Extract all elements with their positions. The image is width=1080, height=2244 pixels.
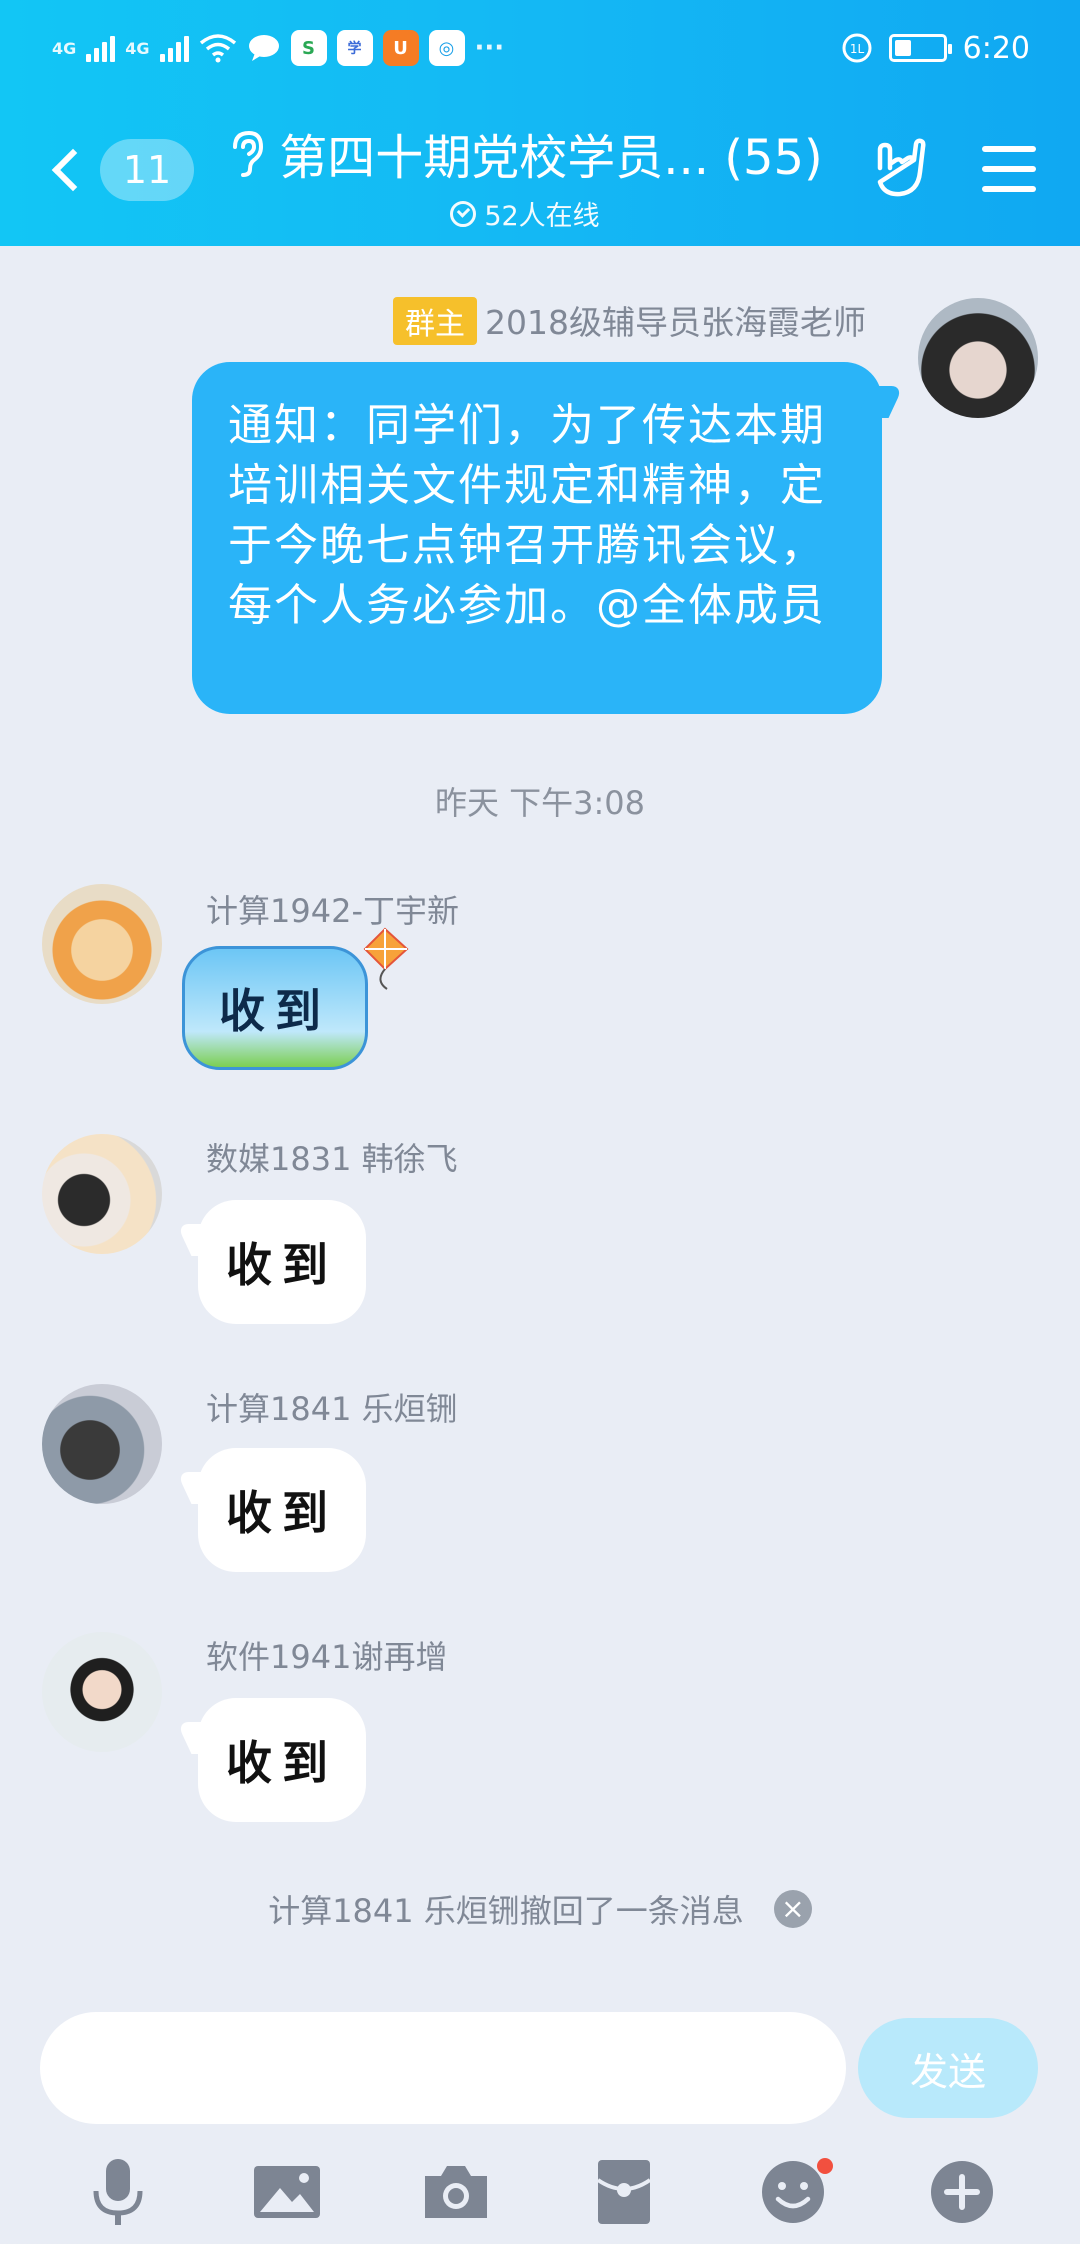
message-input[interactable]	[40, 2012, 846, 2124]
camera-icon[interactable]	[420, 2156, 492, 2228]
message-text: 收到	[226, 1486, 338, 1540]
signal-icon-2	[159, 34, 189, 62]
sender-name: 软件1941谢再增	[206, 1638, 448, 1676]
message-text: 收到	[226, 1736, 338, 1790]
sender-name: 计算1841 乐烜铏	[206, 1390, 458, 1428]
hand-gesture-icon[interactable]	[866, 138, 930, 202]
message-bubble-sticker[interactable]: 收到	[182, 927, 409, 1070]
app-notification-icon-2: 学	[336, 30, 373, 66]
message-text: 收到	[219, 984, 331, 1038]
avatar[interactable]	[42, 1134, 162, 1254]
avatar[interactable]	[42, 1632, 162, 1752]
back-button[interactable]: 11	[44, 134, 194, 206]
battery-icon	[888, 34, 952, 62]
sender-name: 数媒1831 韩徐飞	[206, 1140, 458, 1178]
online-status-icon	[450, 200, 477, 227]
sender-name-owner: 群主 2018级辅导员张海霞老师	[393, 296, 866, 345]
time-divider: 昨天 下午3:08	[434, 784, 646, 822]
chat-header: 4G 4G S 学 U ◎ ··· 1L 6:20 11 第四十期党校学员...…	[0, 0, 1080, 246]
signal-icon	[86, 34, 116, 62]
app-notification-icon-3: U	[382, 30, 419, 66]
message-bubble[interactable]: 收到	[176, 1200, 366, 1324]
network-label-2: 4G	[125, 38, 150, 58]
message-notification-icon	[248, 35, 279, 61]
unread-badge: 11	[100, 139, 194, 201]
message-bubble[interactable]: 收到	[176, 1698, 366, 1822]
menu-icon[interactable]	[982, 146, 1036, 192]
microphone-icon[interactable]	[82, 2156, 154, 2228]
recall-text: 计算1841 乐烜铏撤回了一条消息	[268, 1892, 744, 1930]
message-bubble[interactable]: 收到	[176, 1448, 366, 1572]
avatar[interactable]	[42, 1384, 162, 1504]
data-saver-icon: 1L	[842, 33, 872, 63]
chat-title-area[interactable]: 第四十期党校学员... (55) 52人在线	[220, 118, 830, 233]
network-label-1: 4G	[52, 38, 77, 58]
app-notification-icon-4: ◎	[428, 30, 465, 66]
send-button[interactable]: 发送	[858, 2018, 1038, 2118]
more-notifications-icon: ···	[474, 33, 505, 63]
svg-text:1L: 1L	[849, 42, 864, 56]
role-badge-owner: 群主	[393, 297, 478, 345]
sender-name: 计算1942-丁宇新	[206, 892, 459, 930]
message-text: 通知：同学们，为了传达本期培训相关文件规定和精神，定于今晚七点钟召开腾讯会议，每…	[228, 400, 826, 631]
avatar[interactable]	[42, 884, 162, 1004]
emoji-icon[interactable]	[757, 2156, 833, 2228]
app-notification-icon: S	[290, 30, 327, 66]
status-bar: 4G 4G S 学 U ◎ ··· 1L 6:20	[52, 26, 1030, 70]
close-icon[interactable]: ×	[773, 1890, 812, 1928]
image-icon[interactable]	[251, 2156, 323, 2228]
notification-dot	[816, 2158, 833, 2174]
message-bubble-owner[interactable]: 通知：同学们，为了传达本期培训相关文件规定和精神，定于今晚七点钟召开腾讯会议，每…	[192, 362, 904, 714]
page-title: 第四十期党校学员... (55)	[279, 130, 823, 186]
kite-icon	[363, 927, 409, 990]
chevron-left-icon	[51, 148, 95, 192]
recall-notice: 计算1841 乐烜铏撤回了一条消息 ×	[0, 1886, 1080, 1932]
clock: 6:20	[962, 30, 1030, 66]
message-text: 收到	[226, 1238, 338, 1292]
online-count: 52人在线	[484, 201, 600, 232]
input-toolbar	[0, 2140, 1080, 2244]
red-packet-icon[interactable]	[588, 2156, 660, 2228]
wifi-icon	[199, 34, 236, 63]
avatar[interactable]	[918, 298, 1038, 418]
ear-icon	[233, 130, 264, 177]
plus-icon[interactable]	[926, 2156, 998, 2228]
